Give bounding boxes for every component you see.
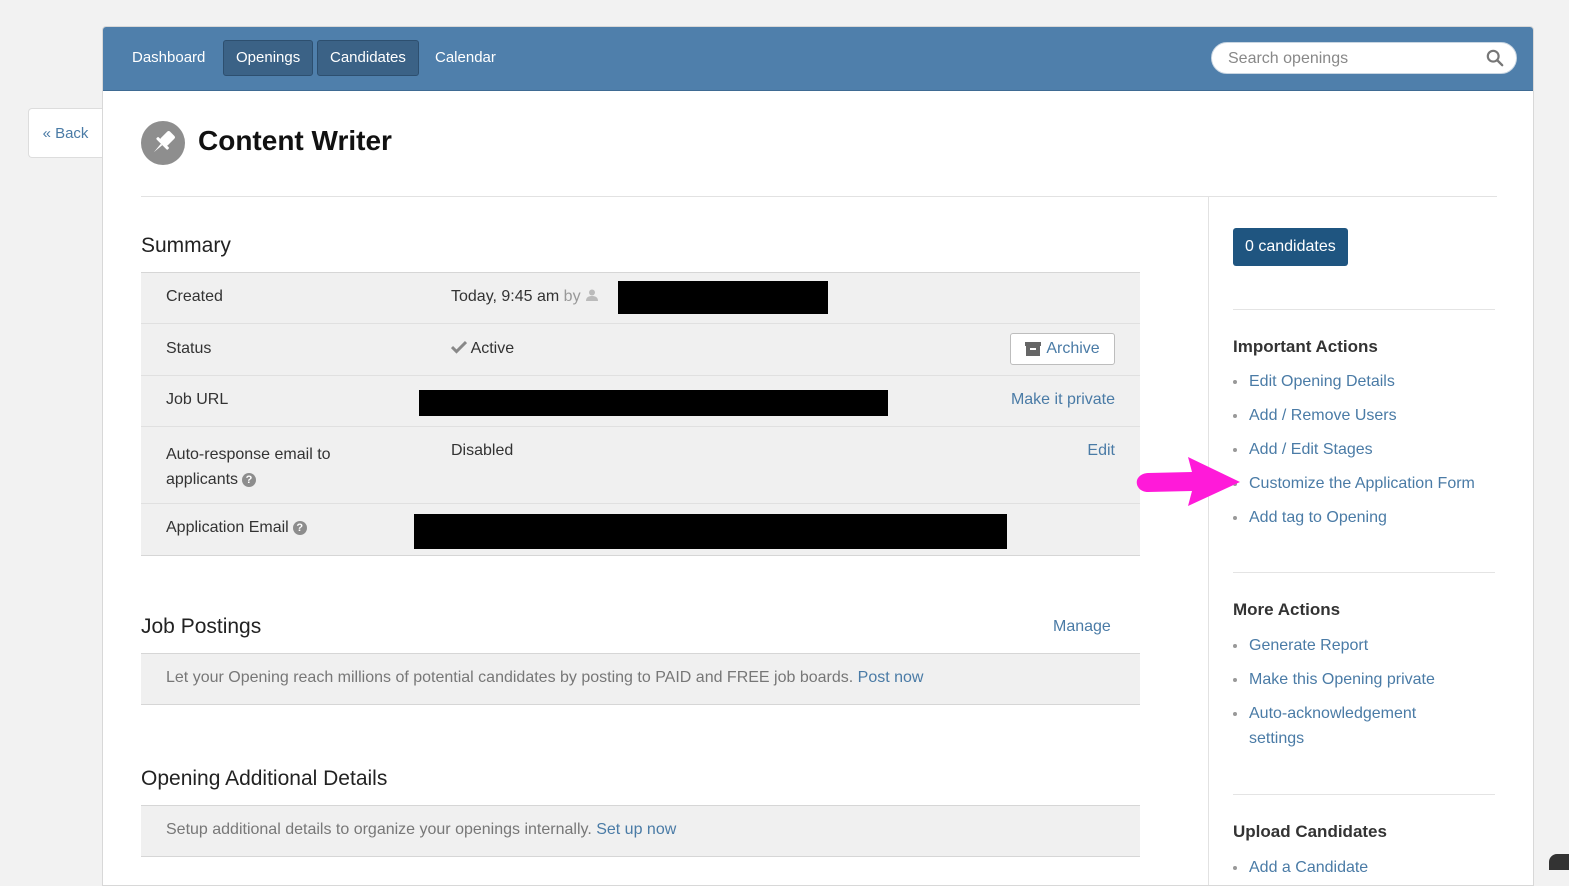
action-auto-acknowledgement[interactable]: Auto-acknowledgement settings xyxy=(1233,701,1449,751)
nav-candidates[interactable]: Candidates xyxy=(317,40,419,76)
help-icon[interactable]: ? xyxy=(292,521,307,535)
action-make-opening-private[interactable]: Make this Opening private xyxy=(1233,667,1503,692)
summary-heading: Summary xyxy=(141,234,231,257)
more-actions-list: Generate Report Make this Opening privat… xyxy=(1233,633,1503,760)
action-edit-opening-details[interactable]: Edit Opening Details xyxy=(1233,369,1503,394)
summary-row-created: Created Today, 9:45 am by xyxy=(141,273,1140,324)
created-by-text: by xyxy=(563,288,581,305)
help-icon[interactable]: ? xyxy=(242,473,257,487)
summary-row-app-email: Application Email? xyxy=(141,504,1140,555)
additional-details-box: Setup additional details to organize you… xyxy=(141,805,1140,857)
pushpin-icon xyxy=(141,121,185,165)
summary-row-autoresponse: Auto-response email to applicants? Disab… xyxy=(141,427,1140,504)
opening-card: Dashboard Openings Candidates Calendar C… xyxy=(102,26,1534,886)
action-add-candidate[interactable]: Add a Candidate xyxy=(1233,855,1503,880)
search-box xyxy=(1211,42,1517,75)
redacted-app-email xyxy=(414,514,1007,549)
additional-note-text: Setup additional details to organize you… xyxy=(166,821,592,838)
additional-details-note: Setup additional details to organize you… xyxy=(166,821,676,839)
autoresponse-label: Auto-response email to applicants? xyxy=(166,442,331,492)
status-label: Status xyxy=(166,340,212,357)
redacted-creator xyxy=(618,281,828,314)
created-date: Today, 9:45 am xyxy=(451,288,560,305)
sidebar-separator xyxy=(1233,794,1495,795)
created-value: Today, 9:45 am by xyxy=(451,288,599,306)
sidebar-separator xyxy=(1233,572,1495,573)
autoresponse-edit-link[interactable]: Edit xyxy=(1087,442,1115,460)
job-postings-heading: Job Postings xyxy=(141,615,262,638)
post-now-link[interactable]: Post now xyxy=(858,669,924,686)
created-label: Created xyxy=(166,288,223,305)
autoresponse-value: Disabled xyxy=(451,442,514,459)
action-customize-application-form[interactable]: Customize the Application Form xyxy=(1233,471,1503,496)
archive-box-icon xyxy=(1025,342,1042,356)
summary-row-job-url: Job URL Make it private xyxy=(141,376,1140,427)
job-postings-note-text: Let your Opening reach millions of poten… xyxy=(166,669,854,686)
checkmark-icon xyxy=(450,340,468,354)
upload-candidates-heading: Upload Candidates xyxy=(1233,822,1387,841)
additional-details-heading: Opening Additional Details xyxy=(141,767,388,790)
user-icon xyxy=(586,289,599,301)
action-add-remove-users[interactable]: Add / Remove Users xyxy=(1233,403,1503,428)
app-email-label: Application Email? xyxy=(166,519,307,537)
scrollbar-corner xyxy=(1549,854,1569,870)
job-postings-note: Let your Opening reach millions of poten… xyxy=(166,669,923,687)
page-title: Content Writer xyxy=(198,125,392,156)
important-actions-heading: Important Actions xyxy=(1233,337,1378,356)
candidates-count-button[interactable]: 0 candidates xyxy=(1233,228,1348,266)
job-url-label: Job URL xyxy=(166,391,229,408)
back-link[interactable]: « Back xyxy=(28,108,102,158)
status-text: Active xyxy=(470,340,515,357)
upload-candidates-list: Add a Candidate xyxy=(1233,855,1503,885)
action-add-tag[interactable]: Add tag to Opening xyxy=(1233,505,1503,530)
summary-table: Created Today, 9:45 am by Status Active xyxy=(141,272,1140,556)
search-icon[interactable] xyxy=(1486,49,1504,67)
status-value: Active xyxy=(450,340,515,358)
title-divider xyxy=(141,196,1497,197)
archive-button[interactable]: Archive xyxy=(1010,333,1115,365)
set-up-now-link[interactable]: Set up now xyxy=(596,821,676,838)
nav-dashboard[interactable]: Dashboard xyxy=(120,40,217,76)
search-input[interactable] xyxy=(1226,43,1480,75)
make-private-link[interactable]: Make it private xyxy=(1011,391,1115,409)
sidebar-divider xyxy=(1208,197,1209,885)
sidebar-separator xyxy=(1233,309,1495,310)
autoresponse-label-line1: Auto-response email to xyxy=(166,446,331,463)
important-actions-list: Edit Opening Details Add / Remove Users … xyxy=(1233,369,1503,539)
job-postings-box: Let your Opening reach millions of poten… xyxy=(141,653,1140,705)
more-actions-heading: More Actions xyxy=(1233,600,1341,619)
summary-row-status: Status Active Archive xyxy=(141,324,1140,376)
nav-calendar[interactable]: Calendar xyxy=(423,40,508,76)
nav-openings[interactable]: Openings xyxy=(223,40,314,76)
top-navigation: Dashboard Openings Candidates Calendar xyxy=(103,27,1533,91)
app-email-label-text: Application Email xyxy=(166,519,289,536)
action-add-edit-stages[interactable]: Add / Edit Stages xyxy=(1233,437,1503,462)
action-generate-report[interactable]: Generate Report xyxy=(1233,633,1503,658)
autoresponse-label-line2: applicants xyxy=(166,471,239,488)
archive-label: Archive xyxy=(1046,340,1100,357)
annotation-arrow-icon xyxy=(1136,457,1240,506)
redacted-job-url xyxy=(419,390,888,416)
manage-postings-link[interactable]: Manage xyxy=(1053,618,1111,636)
